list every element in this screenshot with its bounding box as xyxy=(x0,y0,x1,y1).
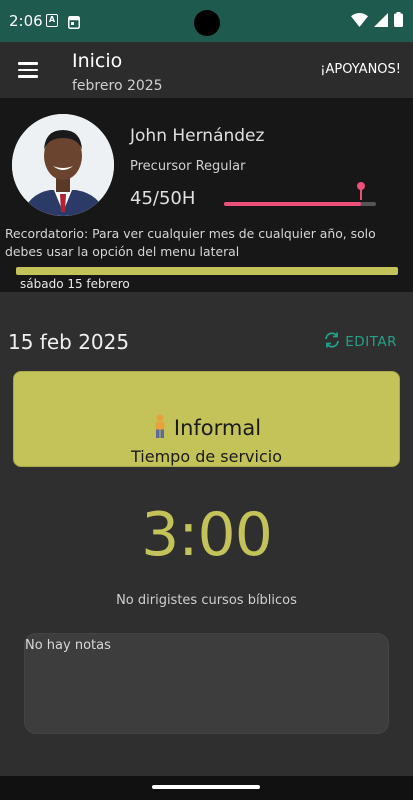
service-time: 3:00 xyxy=(141,500,273,570)
wifi-icon xyxy=(351,12,368,31)
navigation-bar xyxy=(0,776,413,800)
hours-progress-text: 45/50H xyxy=(130,188,196,209)
reminder-text: Recordatorio: Para ver cualquier mes de … xyxy=(5,226,376,259)
entry-date: 15 feb 2025 xyxy=(8,330,130,354)
menu-icon[interactable] xyxy=(18,62,38,78)
courses-note: No dirigistes cursos bíblicos xyxy=(116,593,297,608)
service-type: Informal xyxy=(14,414,399,443)
notes-text: No hay notas xyxy=(25,638,111,653)
status-bar: 2:06 A xyxy=(0,0,413,42)
sync-icon xyxy=(323,331,341,353)
service-type-label: Informal xyxy=(173,416,262,440)
service-type-card[interactable]: Informal Tiempo de servicio xyxy=(13,371,400,467)
person-icon xyxy=(152,414,168,443)
service-description: Tiempo de servicio xyxy=(131,447,282,466)
app-bar: Inicio febrero 2025 ¡APOYANOS! xyxy=(0,42,413,98)
day-indicator-bar[interactable] xyxy=(16,267,398,275)
avatar[interactable] xyxy=(12,114,114,216)
user-name: John Hernández xyxy=(130,126,265,146)
battery-icon xyxy=(394,11,403,31)
notes-box[interactable]: No hay notas xyxy=(24,633,389,734)
hours-progress-bar xyxy=(224,182,376,206)
calendar-notification-icon xyxy=(68,14,80,33)
day-indicator-label: sábado 15 febrero xyxy=(20,277,130,291)
edit-button[interactable]: EDITAR xyxy=(323,331,397,353)
page-subtitle: febrero 2025 xyxy=(72,78,163,94)
home-indicator[interactable] xyxy=(152,785,260,789)
camera-cutout xyxy=(194,10,220,36)
support-button[interactable]: ¡APOYANOS! xyxy=(320,62,401,77)
hours-progress-marker xyxy=(356,182,365,204)
hours-progress-fill xyxy=(224,202,361,206)
status-time: 2:06 xyxy=(9,12,43,30)
a-notification-icon: A xyxy=(46,14,58,27)
user-role: Precursor Regular xyxy=(130,159,246,174)
page-title: Inicio xyxy=(72,50,123,72)
signal-icon xyxy=(374,12,388,31)
profile-header: John Hernández Precursor Regular 45/50H … xyxy=(0,98,413,292)
edit-label: EDITAR xyxy=(345,334,397,350)
